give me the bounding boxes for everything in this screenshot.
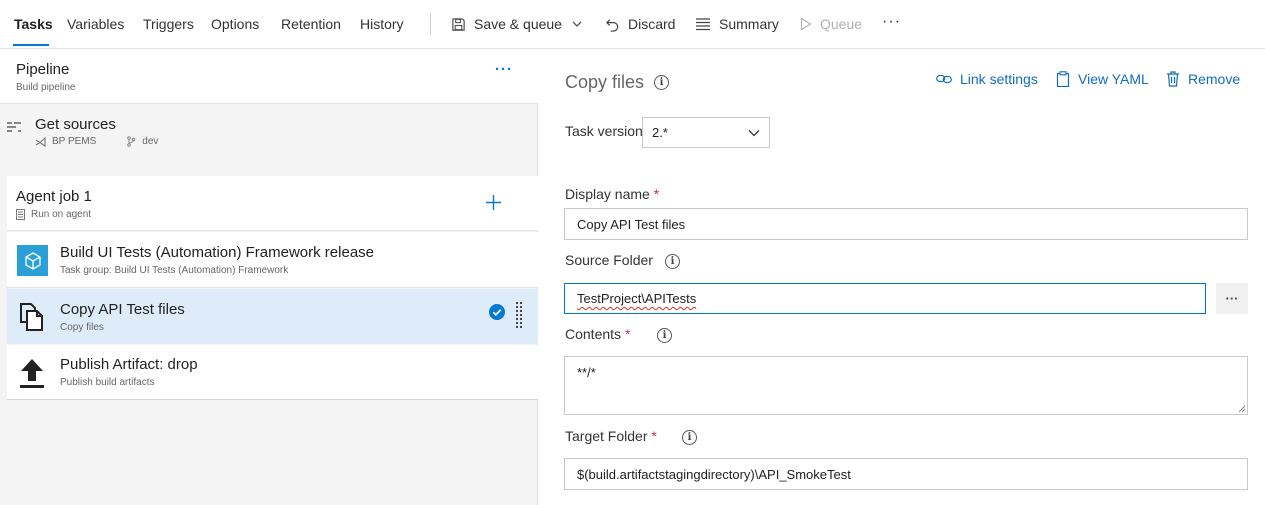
tab-history[interactable]: History <box>360 16 404 32</box>
task-details-panel: Copy files i Link settings View YAML Rem… <box>539 49 1265 505</box>
pipeline-title: Pipeline <box>16 61 70 78</box>
source-folder-info-icon[interactable]: i <box>665 254 680 269</box>
pipeline-subtitle: Build pipeline <box>16 82 76 93</box>
copy-files-icon <box>20 303 43 331</box>
contents-value: **/* <box>577 365 596 380</box>
summary-button[interactable]: Summary <box>695 14 779 34</box>
agent-job-meta: Run on agent <box>16 209 91 220</box>
contents-textarea[interactable]: **/* <box>564 356 1248 415</box>
contents-info-icon[interactable]: i <box>657 328 672 343</box>
task-subtitle: Publish build artifacts <box>60 377 155 388</box>
task-row-build-ui-tests[interactable]: Build UI Tests (Automation) Framework re… <box>7 232 538 288</box>
agent-job-title: Agent job 1 <box>16 188 92 205</box>
remove-button[interactable]: Remove <box>1166 71 1240 87</box>
save-queue-button[interactable]: Save & queue <box>451 14 583 34</box>
toolbar-divider <box>430 13 431 35</box>
task-title: Build UI Tests (Automation) Framework re… <box>60 244 375 261</box>
save-icon <box>452 17 465 31</box>
remove-label: Remove <box>1188 71 1241 87</box>
visual-studio-icon <box>35 136 46 147</box>
task-title: Publish Artifact: drop <box>60 356 198 373</box>
tab-variables[interactable]: Variables <box>67 16 124 32</box>
discard-label: Discard <box>628 16 676 32</box>
pipeline-more-button[interactable]: ··· <box>495 61 513 78</box>
drag-handle-icon[interactable] <box>515 301 523 331</box>
discard-button[interactable]: Discard <box>605 14 675 34</box>
play-icon <box>800 17 812 31</box>
task-subtitle: Copy files <box>60 322 104 333</box>
tab-options[interactable]: Options <box>211 16 259 32</box>
title-info-icon[interactable]: i <box>654 75 669 90</box>
target-folder-info-icon[interactable]: i <box>682 430 697 445</box>
view-yaml-button[interactable]: View YAML <box>1056 71 1149 87</box>
undo-icon <box>606 18 619 32</box>
detail-title: Copy files <box>565 72 645 92</box>
summary-label: Summary <box>719 16 779 32</box>
required-mark: * <box>653 186 660 202</box>
task-title: Copy API Test files <box>60 301 185 318</box>
task-version-value: 2.* <box>652 125 668 140</box>
repo-name: BP PEMS <box>52 136 97 147</box>
link-icon <box>936 74 952 84</box>
server-icon <box>16 209 25 220</box>
branch-icon <box>127 136 136 147</box>
task-row-publish-artifact[interactable]: Publish Artifact: drop Publish build art… <box>7 345 538 400</box>
more-actions-button[interactable]: ··· <box>882 12 901 32</box>
upload-icon <box>20 359 44 388</box>
source-folder-label: Source Folder <box>565 252 653 268</box>
source-folder-value: TestProject\APITests <box>577 291 697 306</box>
agent-job-subtitle: Run on agent <box>31 209 92 220</box>
clipboard-icon <box>1056 71 1070 87</box>
branch-name: dev <box>142 136 159 147</box>
source-folder-input[interactable]: TestProject\APITests <box>564 283 1206 314</box>
pipeline-header[interactable]: Pipeline Build pipeline ··· <box>0 49 538 104</box>
required-mark: * <box>624 326 631 342</box>
task-version-select[interactable]: 2.* <box>642 117 770 148</box>
target-folder-input[interactable]: $(build.artifactstagingdirectory)\API_Sm… <box>564 458 1248 490</box>
get-sources-meta: BP PEMS dev <box>35 136 158 147</box>
contents-label: Contents * <box>565 326 630 342</box>
task-subtitle: Task group: Build UI Tests (Automation) … <box>60 265 289 276</box>
required-mark: * <box>651 428 657 444</box>
display-name-input[interactable]: Copy API Test files <box>564 208 1248 240</box>
queue-button[interactable]: Queue <box>800 14 862 34</box>
trash-icon <box>1167 71 1179 87</box>
top-toolbar: Tasks Variables Triggers Options Retenti… <box>0 0 1265 49</box>
chevron-down-icon <box>572 21 582 27</box>
display-name-label: Display name * <box>565 186 659 202</box>
tab-triggers[interactable]: Triggers <box>143 16 194 32</box>
check-circle-icon <box>489 304 505 320</box>
queue-label: Queue <box>820 16 863 32</box>
tab-tasks[interactable]: Tasks <box>14 16 53 32</box>
agent-job-row[interactable]: Agent job 1 Run on agent <box>7 176 538 231</box>
get-sources-row[interactable]: Get sources BP PEMS dev <box>0 105 538 159</box>
link-settings-button[interactable]: Link settings <box>936 71 1038 87</box>
get-sources-title: Get sources <box>35 116 116 133</box>
target-folder-label: Target Folder * <box>565 428 657 444</box>
task-row-copy-api-test-files[interactable]: Copy API Test files Copy files <box>7 289 538 344</box>
active-tab-indicator <box>13 44 49 46</box>
resize-grip-icon[interactable] <box>1237 404 1246 413</box>
sources-list-icon <box>7 122 21 132</box>
pipeline-tree-panel: Pipeline Build pipeline ··· Get sources … <box>0 49 538 505</box>
list-icon <box>696 18 710 31</box>
link-settings-label: Link settings <box>960 71 1038 87</box>
target-folder-label-text: Target Folder <box>565 428 648 444</box>
save-queue-label: Save & queue <box>474 16 562 32</box>
chevron-down-icon <box>748 130 760 137</box>
browse-button[interactable]: ··· <box>1216 283 1248 314</box>
tab-retention[interactable]: Retention <box>281 16 341 32</box>
display-name-label-text: Display name <box>565 186 650 202</box>
task-group-icon <box>17 245 48 276</box>
task-version-label: Task version <box>565 123 643 139</box>
add-task-icon[interactable] <box>485 194 502 211</box>
view-yaml-label: View YAML <box>1078 71 1149 87</box>
contents-label-text: Contents <box>565 326 622 342</box>
